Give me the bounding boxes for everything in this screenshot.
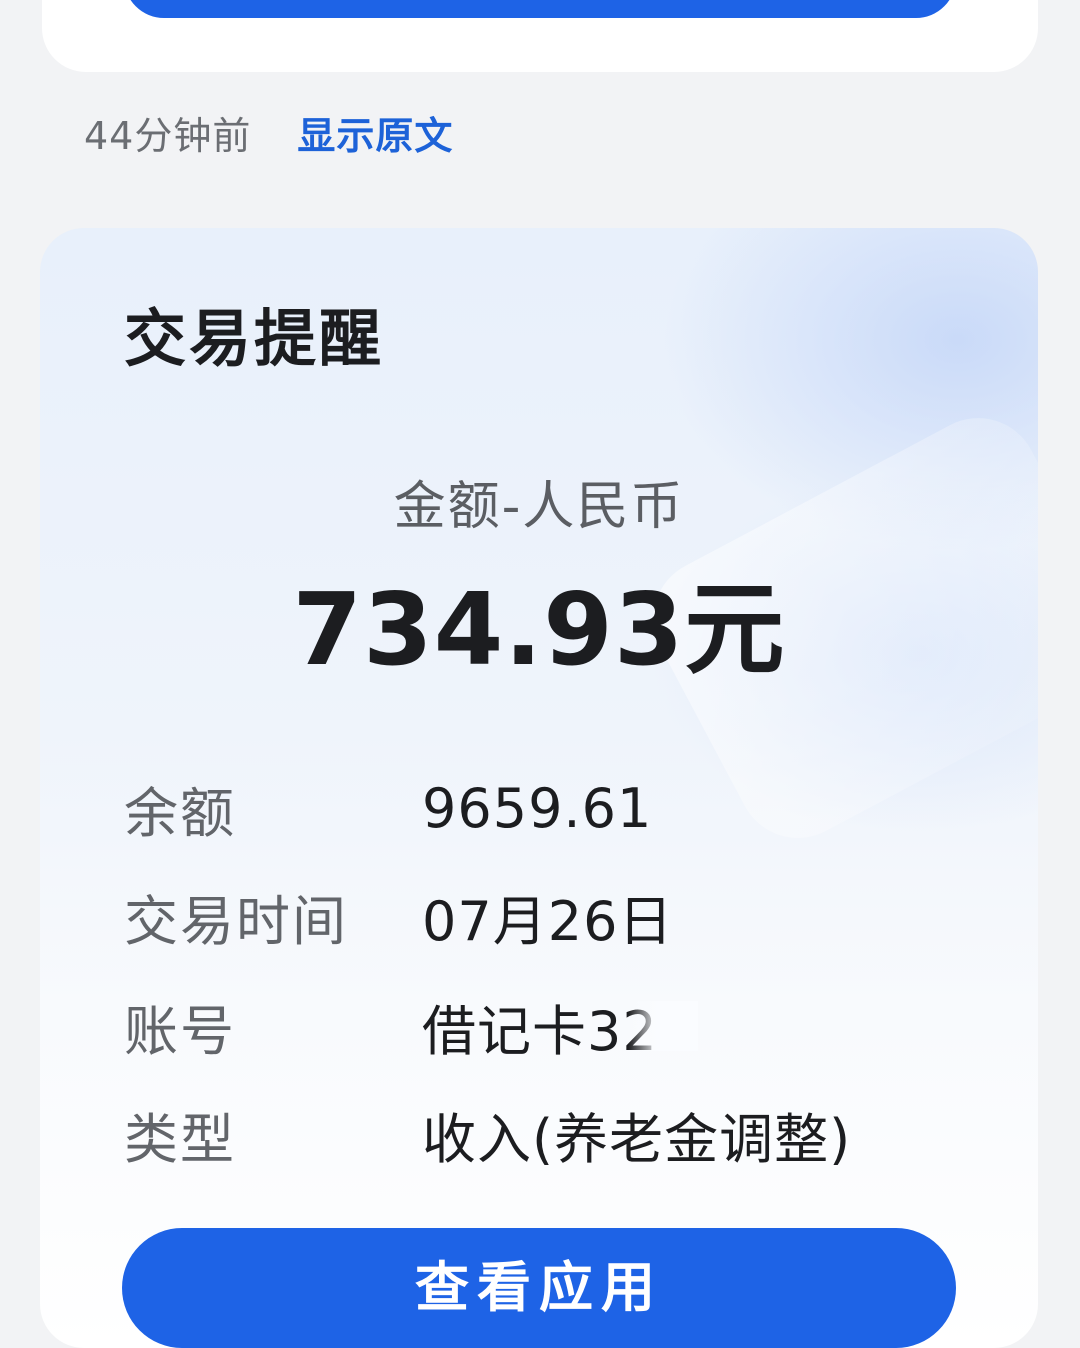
detail-row-type: 类型 收入(养老金调整): [124, 1094, 851, 1174]
previous-message-card: [42, 0, 1038, 72]
detail-row-transaction-time: 交易时间 07月26日: [124, 876, 673, 956]
amount-value: 734.93元: [292, 571, 786, 688]
transaction-alert-card: 交易提醒 金额-人民币 734.93元 余额 9659.61 交易时间 07月2…: [40, 228, 1038, 1348]
message-timestamp: 44分钟前: [84, 113, 252, 158]
previous-card-button[interactable]: [124, 0, 956, 18]
detail-row-account: 账号 借记卡32: [124, 986, 698, 1066]
transaction-time-label: 交易时间: [124, 889, 348, 953]
account-label: 账号: [124, 999, 236, 1063]
balance-label: 余额: [124, 781, 236, 845]
transaction-time-value: 07月26日: [422, 889, 674, 953]
show-original-link[interactable]: 显示原文: [297, 105, 453, 160]
card-title: 交易提醒: [124, 302, 385, 375]
balance-value: 9659.61: [422, 776, 653, 840]
account-redaction-blur: [627, 1001, 698, 1051]
view-app-button[interactable]: 查看应用: [122, 1228, 956, 1348]
detail-row-balance: 余额 9659.61: [124, 768, 652, 848]
account-value: 借记卡32: [422, 999, 658, 1063]
message-meta: 44分钟前 显示原文: [84, 104, 453, 160]
type-label: 类型: [124, 1107, 236, 1171]
type-value: 收入(养老金调整): [422, 1107, 852, 1171]
amount-label: 金额-人民币: [393, 477, 685, 537]
